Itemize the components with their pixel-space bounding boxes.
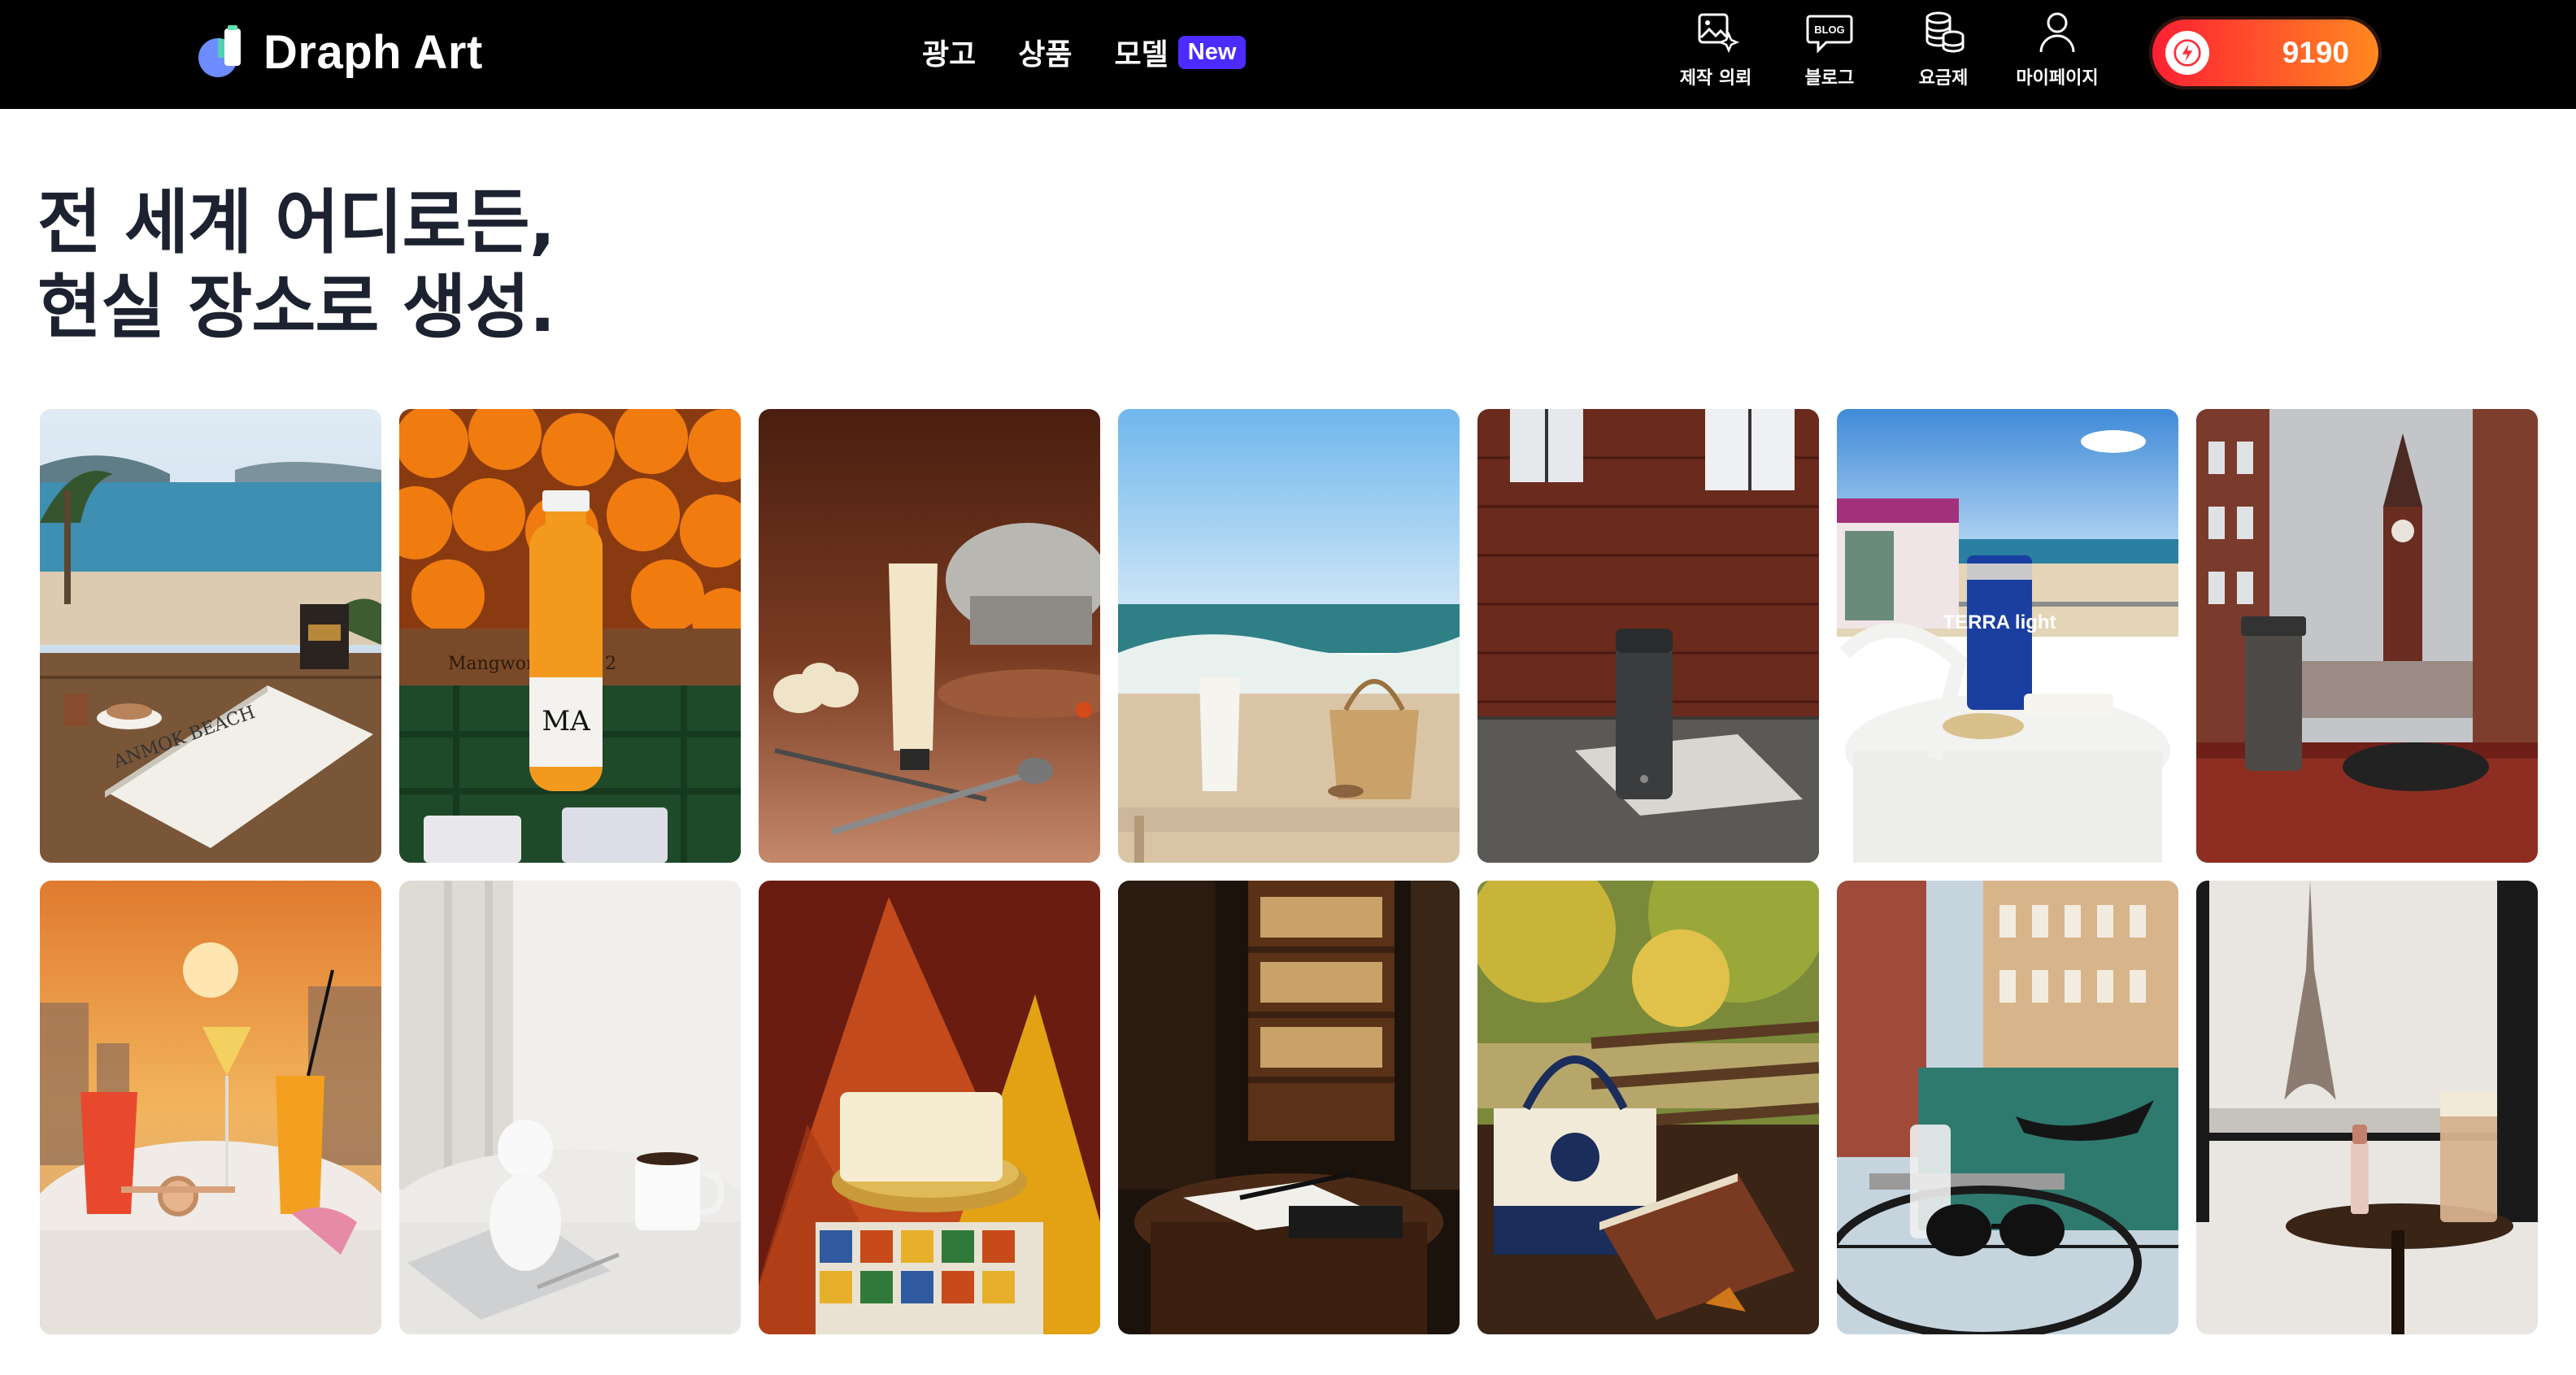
- gallery-image-sunset-cocktails-watch[interactable]: [40, 881, 381, 1334]
- nav-ads[interactable]: 광고: [922, 31, 976, 73]
- credit-count: 9190: [2282, 36, 2349, 69]
- nav-models-label: 모델: [1114, 38, 1168, 72]
- nav-blog[interactable]: BLOG 블로그: [1773, 8, 1886, 89]
- nav-mypage[interactable]: 마이페이지: [2000, 8, 2114, 89]
- gallery-image-spice-pile-soap[interactable]: [759, 881, 1100, 1334]
- nav-products-label: 상품: [1018, 38, 1073, 72]
- gallery-image-venice-canal-sunglasses[interactable]: [1837, 881, 2178, 1334]
- gallery-image-library-notebook-pen[interactable]: [1118, 881, 1460, 1334]
- gallery-image-park-bench-tote-book[interactable]: [1477, 881, 1819, 1334]
- utility-navigation: 제작 의뢰 BLOG 블로그 요금제 마이페이지: [1659, 8, 2114, 101]
- gallery-image-clocktower-tumbler-gloves[interactable]: [2196, 409, 2538, 863]
- brand-name: Draph Art: [263, 25, 483, 79]
- nav-models[interactable]: 모델 New: [1115, 31, 1247, 73]
- nav-request-label: 제작 의뢰: [1679, 68, 1752, 89]
- credit-balance-button[interactable]: 9190: [2149, 16, 2382, 89]
- nav-pricing[interactable]: 요금제: [1886, 8, 2000, 89]
- brand-logo[interactable]: Draph Art: [194, 23, 483, 81]
- page-headline: 전 세계 어디로든, 현실 장소로 생성.: [37, 181, 555, 350]
- example-gallery: ANMOK BEACH Mangwon ARM 12 MA: [40, 409, 2538, 1334]
- nav-mypage-label: 마이페이지: [2016, 68, 2099, 89]
- blog-icon: BLOG: [1806, 15, 1853, 54]
- nav-request-production[interactable]: 제작 의뢰: [1659, 8, 1773, 89]
- nav-blog-label: 블로그: [1804, 68, 1855, 89]
- gallery-image-dumplings-cream-tube[interactable]: [759, 409, 1100, 863]
- gallery-image-eiffel-cafe-lipstick[interactable]: [2196, 881, 2538, 1334]
- gallery-image-beach-sunscreen-bag[interactable]: [1118, 409, 1460, 863]
- beer-can-label: TERRA light: [1943, 611, 2056, 633]
- gallery-image-brick-window-tumbler[interactable]: [1477, 409, 1819, 863]
- blog-icon-text: BLOG: [1814, 24, 1845, 36]
- juice-bottle-label: MA: [542, 705, 590, 738]
- image-request-icon: [1698, 13, 1740, 54]
- gallery-image-white-table-mug[interactable]: [399, 881, 741, 1334]
- main-navigation: 광고 상품 모델 New: [922, 24, 1247, 80]
- headline-line-1: 전 세계 어디로든,: [37, 182, 555, 263]
- nav-pricing-label: 요금제: [1918, 68, 1969, 89]
- nav-products[interactable]: 상품: [1018, 31, 1072, 73]
- user-icon: [2039, 12, 2075, 53]
- coins-icon: [1925, 11, 1965, 53]
- gallery-image-beach-terrace-book[interactable]: ANMOK BEACH: [40, 409, 381, 863]
- new-badge: New: [1177, 35, 1247, 69]
- headline-line-2: 현실 장소로 생성.: [37, 267, 555, 348]
- gallery-image-beach-balcony-beer-can[interactable]: TERRA light: [1837, 409, 2178, 863]
- gallery-image-oranges-juice-bottle[interactable]: Mangwon ARM 12 MA: [399, 409, 741, 863]
- top-navigation-bar: Draph Art 광고 상품 모델 New 제작 의뢰 BLOG 블로그 요금…: [0, 0, 2576, 109]
- lightning-bolt-icon: [2165, 31, 2209, 75]
- draph-logo-icon: [194, 24, 250, 80]
- nav-ads-label: 광고: [922, 38, 977, 72]
